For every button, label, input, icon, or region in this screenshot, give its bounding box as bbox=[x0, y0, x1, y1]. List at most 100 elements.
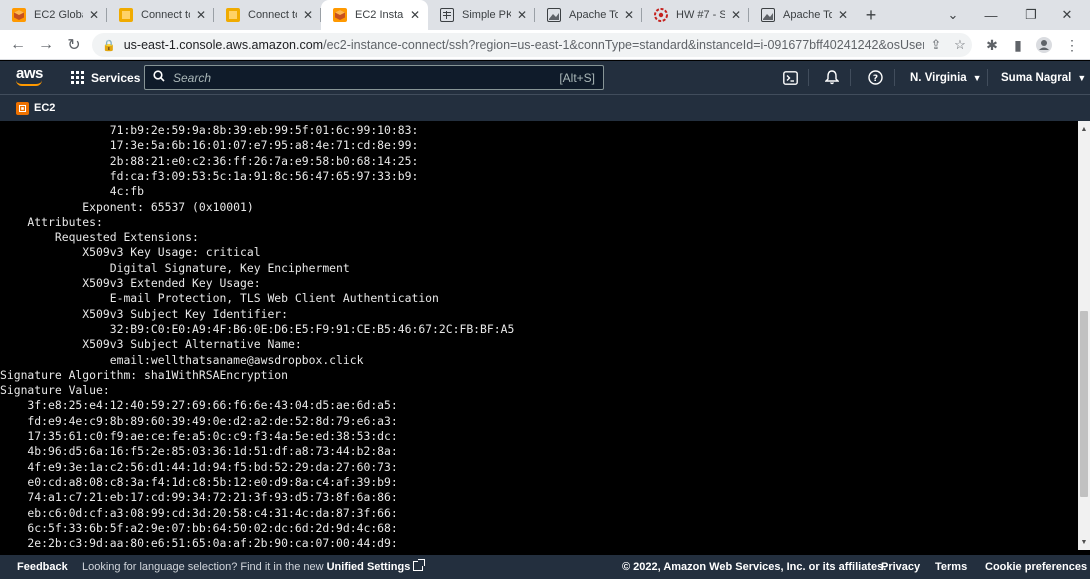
tab-label: HW #7 - Se bbox=[676, 9, 725, 21]
terminal-line: 17:35:61:c0:f9:ae:ce:fe:a5:0c:c9:f3:4a:5… bbox=[0, 429, 398, 443]
terminal-line: 4f:e9:3e:1a:c2:56:d1:44:1d:94:f5:bd:52:2… bbox=[0, 459, 398, 474]
search-input[interactable]: Search [Alt+S] bbox=[144, 65, 604, 90]
side-panel-icon[interactable]: ▮ bbox=[1004, 30, 1032, 60]
services-menu-button[interactable]: Services bbox=[71, 61, 140, 94]
close-tab-icon[interactable]: ✕ bbox=[836, 8, 850, 22]
new-tab-button[interactable]: + bbox=[856, 0, 886, 30]
bookmark-star-icon[interactable]: ☆ bbox=[948, 37, 972, 53]
search-icon bbox=[153, 70, 165, 85]
terms-link[interactable]: Terms bbox=[935, 561, 967, 573]
terminal-line: Attributes: bbox=[0, 214, 103, 229]
omnibox[interactable]: 🔒 us-east-1.console.aws.amazon.com/ec2-i… bbox=[92, 33, 972, 57]
close-tab-icon[interactable]: ✕ bbox=[515, 8, 529, 22]
image-icon bbox=[761, 8, 775, 22]
browser-tab-connect-1[interactable]: Connect to ✕ bbox=[107, 0, 214, 30]
terminal-line: 71:b9:2e:59:9a:8b:39:eb:99:5f:01:6c:99:1… bbox=[0, 123, 419, 137]
ssh-terminal[interactable]: 71:b9:2e:59:9a:8b:39:eb:99:5f:01:6c:99:1… bbox=[0, 121, 1078, 550]
browser-tab-apache-tomcat-1[interactable]: Apache Ton ✕ bbox=[535, 0, 642, 30]
scroll-up-arrow-icon[interactable]: ▲ bbox=[1078, 123, 1090, 135]
browser-tab-ec2-global[interactable]: EC2 Global ✕ bbox=[0, 0, 107, 30]
aws-cube-icon bbox=[119, 8, 133, 22]
document-icon bbox=[440, 8, 454, 22]
tab-strip: EC2 Global ✕ Connect to ✕ Connect to ✕ E… bbox=[0, 0, 1090, 30]
feedback-link[interactable]: Feedback bbox=[17, 561, 68, 573]
lock-icon[interactable]: 🔒 bbox=[102, 39, 116, 52]
browser-tab-ec2-instance-connect[interactable]: EC2 Instanc ✕ bbox=[321, 0, 428, 30]
tab-label: Connect to bbox=[248, 9, 297, 21]
browser-tab-simple-pki[interactable]: Simple PKI ✕ bbox=[428, 0, 535, 30]
close-tab-icon[interactable]: ✕ bbox=[729, 8, 743, 22]
caret-down-icon: ▼ bbox=[1077, 72, 1087, 83]
tab-label: Apache Ton bbox=[569, 9, 618, 21]
cloudshell-icon[interactable] bbox=[777, 61, 803, 94]
aws-cube-icon bbox=[226, 8, 240, 22]
terminal-line: 2b:88:21:e0:c2:36:ff:26:7a:e9:58:b0:68:1… bbox=[0, 153, 419, 168]
extensions-puzzle-icon[interactable]: ✱ bbox=[978, 30, 1006, 60]
aws-cube-icon bbox=[12, 8, 26, 22]
browser-tab-connect-2[interactable]: Connect to ✕ bbox=[214, 0, 321, 30]
console-footer: Feedback Looking for language selection?… bbox=[0, 555, 1090, 579]
terminal-line: 6c:5f:33:6b:5f:a2:9e:07:bb:64:50:02:dc:6… bbox=[0, 520, 398, 535]
browser-tab-apache-tomcat-2[interactable]: Apache Ton ✕ bbox=[749, 0, 856, 30]
terminal-line: X509v3 Key Usage: critical bbox=[0, 245, 261, 260]
terminal-line: Digital Signature, Key Encipherment bbox=[0, 260, 350, 275]
help-icon[interactable]: ? bbox=[862, 61, 888, 94]
browser-tab-hw7[interactable]: HW #7 - Se ✕ bbox=[642, 0, 749, 30]
terminal-line: X509v3 Subject Alternative Name: bbox=[0, 337, 302, 352]
terminal-line: 74:a1:c7:21:eb:17:cd:99:34:72:21:3f:93:d… bbox=[0, 490, 398, 505]
terminal-line: X509v3 Subject Key Identifier: bbox=[0, 306, 289, 321]
ec2-service-link[interactable]: EC2 bbox=[34, 102, 55, 114]
terminal-line: Signature Algorithm: sha1WithRSAEncrypti… bbox=[0, 367, 289, 382]
close-tab-icon[interactable]: ✕ bbox=[408, 8, 422, 22]
terminal-line: 32:B9:C0:E0:A9:4F:B6:0E:D6:E5:F9:91:CE:B… bbox=[0, 321, 515, 336]
region-selector[interactable]: N. Virginia ▼ bbox=[910, 61, 982, 94]
search-placeholder: Search bbox=[173, 70, 212, 85]
terminal-line: e0:cd:a8:08:c8:3a:f4:1d:c8:5b:12:e0:d9:8… bbox=[0, 474, 398, 489]
forward-arrow-icon[interactable]: → bbox=[32, 31, 60, 59]
back-arrow-icon[interactable]: ← bbox=[4, 31, 32, 59]
tab-label: Simple PKI bbox=[462, 9, 511, 21]
close-tab-icon[interactable]: ✕ bbox=[622, 8, 636, 22]
caret-down-icon: ▼ bbox=[972, 72, 982, 83]
tab-label: EC2 Instanc bbox=[355, 9, 404, 21]
browser-window: EC2 Global ✕ Connect to ✕ Connect to ✕ E… bbox=[0, 0, 1090, 579]
terminal-line: Signature Value: bbox=[0, 383, 110, 398]
terminal-line: fd:e9:4e:c9:8b:89:60:39:49:0e:d2:a2:de:5… bbox=[0, 413, 398, 428]
share-icon[interactable]: ⇪ bbox=[924, 37, 948, 53]
aws-console-header: aws Services Search [Alt+S] ? N. Virgini… bbox=[0, 61, 1090, 94]
gear-icon bbox=[654, 8, 668, 22]
aws-cube-icon bbox=[333, 8, 347, 22]
terminal-line: email:wellthatsaname@awsdropbox.click bbox=[0, 352, 364, 367]
terminal-line: Exponent: 65537 (0x10001) bbox=[0, 199, 254, 214]
copyright-text: © 2022, Amazon Web Services, Inc. or its… bbox=[622, 561, 887, 573]
external-link-icon bbox=[413, 559, 426, 571]
scroll-down-arrow-icon[interactable]: ▼ bbox=[1078, 536, 1090, 548]
browser-menu-icon[interactable]: ⋮ bbox=[1058, 30, 1086, 60]
url-text[interactable]: us-east-1.console.aws.amazon.com/ec2-ins… bbox=[124, 38, 924, 52]
language-notice: Looking for language selection? Find it … bbox=[82, 559, 426, 573]
terminal-line: 2e:2b:c3:9d:aa:80:e6:51:65:0a:af:2b:90:c… bbox=[0, 536, 398, 550]
notifications-bell-icon[interactable] bbox=[819, 61, 845, 94]
svg-text:?: ? bbox=[872, 74, 877, 84]
terminal-line: eb:c6:0d:cf:a3:08:99:cd:3d:20:58:c4:31:4… bbox=[0, 505, 398, 520]
aws-logo[interactable]: aws bbox=[16, 66, 44, 87]
close-tab-icon[interactable]: ✕ bbox=[194, 8, 208, 22]
tab-label: Connect to bbox=[141, 9, 190, 21]
close-tab-icon[interactable]: ✕ bbox=[87, 8, 101, 22]
reload-icon[interactable]: ↻ bbox=[60, 31, 88, 59]
scrollbar-thumb[interactable] bbox=[1080, 311, 1088, 497]
tab-label: EC2 Global bbox=[34, 9, 83, 21]
image-icon bbox=[547, 8, 561, 22]
profile-avatar-icon[interactable] bbox=[1030, 30, 1058, 60]
search-shortcut: [Alt+S] bbox=[559, 70, 595, 85]
unified-settings-link[interactable]: Unified Settings bbox=[327, 559, 426, 573]
privacy-link[interactable]: Privacy bbox=[881, 561, 920, 573]
close-tab-icon[interactable]: ✕ bbox=[301, 8, 315, 22]
terminal-line: 4c:fb bbox=[0, 184, 145, 199]
terminal-scrollbar[interactable]: ▲ ▼ bbox=[1078, 121, 1090, 550]
terminal-line: 3f:e8:25:e4:12:40:59:27:69:66:f6:6e:43:0… bbox=[0, 398, 398, 413]
cookie-preferences-link[interactable]: Cookie preferences bbox=[985, 561, 1087, 573]
close-window-button[interactable]: ✕ bbox=[1044, 0, 1090, 30]
account-menu[interactable]: Suma Nagral ▼ bbox=[1001, 61, 1086, 94]
grid-menu-icon bbox=[71, 71, 84, 84]
